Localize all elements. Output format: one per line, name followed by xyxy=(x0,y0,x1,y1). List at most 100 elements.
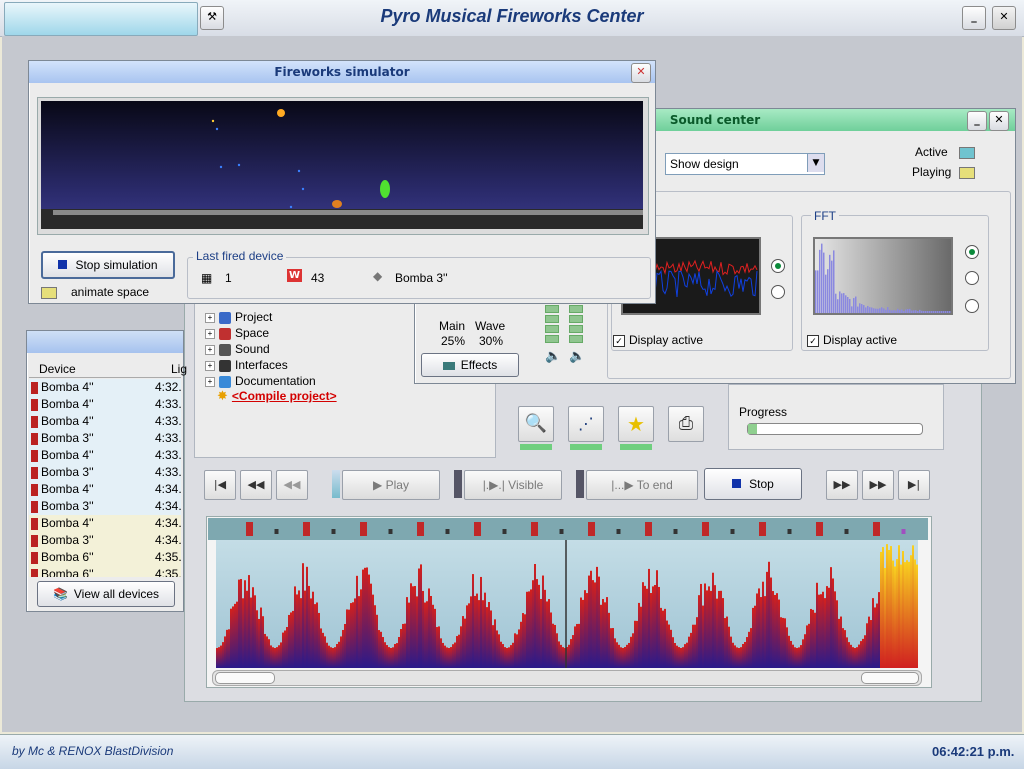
display-active-checkbox-2[interactable]: ✓ Display active xyxy=(807,333,897,347)
print-tool-button[interactable]: ⎙ xyxy=(668,406,704,442)
sound-center-minimize[interactable]: _ xyxy=(967,111,987,131)
fft-bar xyxy=(889,309,891,313)
wave-radio-2[interactable] xyxy=(771,285,785,299)
fast-forward-button[interactable]: ▶▶ xyxy=(862,470,894,500)
tree-item-sound[interactable]: + Sound xyxy=(205,341,316,357)
event-marker[interactable] xyxy=(873,522,880,536)
event-marker[interactable] xyxy=(331,529,336,534)
play-button[interactable]: ▶ Play xyxy=(342,470,440,500)
search-tool-button[interactable]: 🔍 xyxy=(518,406,554,442)
fft-radio-1[interactable] xyxy=(965,245,979,259)
sound-center-close[interactable]: ✕ xyxy=(989,111,1009,131)
waveform-bar xyxy=(600,604,602,668)
first-button[interactable]: |◀ xyxy=(204,470,236,500)
event-marker[interactable] xyxy=(474,522,481,536)
waveform-bar xyxy=(686,642,688,668)
column-light-time[interactable]: Lig xyxy=(171,362,187,376)
last-fired-channel: 1 xyxy=(225,271,232,285)
tools-icon[interactable]: ⚒ xyxy=(200,6,224,30)
waveform-bar xyxy=(676,645,678,668)
event-marker[interactable] xyxy=(559,529,564,534)
event-marker[interactable] xyxy=(673,529,678,534)
fft-bar xyxy=(947,311,949,313)
table-row[interactable]: Bomba 3'' 4:33.8 xyxy=(29,464,181,481)
compile-project-link[interactable]: <Compile project> xyxy=(232,389,337,403)
fft-radio-2[interactable] xyxy=(965,271,979,285)
event-marker[interactable] xyxy=(531,522,538,536)
table-row[interactable]: Bomba 4'' 4:34.4 xyxy=(29,515,181,532)
table-row[interactable]: Bomba 4'' 4:32.8 xyxy=(29,379,181,396)
to-end-button[interactable]: |...▶ To end xyxy=(586,470,698,500)
event-marker[interactable] xyxy=(246,522,253,536)
column-device[interactable]: Device xyxy=(39,362,76,376)
sequence-tool-button[interactable]: ⋰ xyxy=(568,406,604,442)
event-marker[interactable] xyxy=(303,522,310,536)
tree-item-project[interactable]: + Project xyxy=(205,309,316,325)
table-row[interactable]: Bomba 4'' 4:33.6 xyxy=(29,447,181,464)
expand-icon[interactable]: + xyxy=(205,312,215,323)
event-marker[interactable] xyxy=(787,529,792,534)
visible-button[interactable]: |.▶.| Visible xyxy=(464,470,562,500)
chevron-down-icon[interactable]: ▼ xyxy=(807,154,824,172)
scroll-thumb-left[interactable] xyxy=(215,672,275,684)
step-forward-button[interactable]: ▶▶ xyxy=(826,470,858,500)
event-marker[interactable] xyxy=(616,529,621,534)
expand-icon[interactable]: + xyxy=(205,344,215,355)
display-active-checkbox-1[interactable]: ✓ Display active xyxy=(613,333,703,347)
event-marker[interactable] xyxy=(901,529,906,534)
stop-simulation-button[interactable]: Stop simulation xyxy=(41,251,175,279)
tree-item-interfaces[interactable]: + Interfaces xyxy=(205,357,316,373)
simulator-close-button[interactable]: ✕ xyxy=(631,63,651,83)
expand-icon[interactable]: + xyxy=(205,328,215,339)
last-button[interactable]: ▶| xyxy=(898,470,930,500)
expand-icon[interactable]: + xyxy=(205,360,215,371)
event-marker[interactable] xyxy=(588,522,595,536)
scroll-thumb-right[interactable] xyxy=(861,672,919,684)
expand-icon[interactable]: + xyxy=(205,376,215,387)
event-marker[interactable] xyxy=(417,522,424,536)
table-row[interactable]: Bomba 3'' 4:34.6 xyxy=(29,532,181,549)
table-row[interactable]: Bomba 4'' 4:33.0 xyxy=(29,396,181,413)
event-marker[interactable] xyxy=(360,522,367,536)
tree-item-space[interactable]: + Space xyxy=(205,325,316,341)
event-marker[interactable] xyxy=(388,529,393,534)
table-row[interactable]: Bomba 6'' 4:35.0 xyxy=(29,549,181,566)
event-marker[interactable] xyxy=(759,522,766,536)
minimize-button[interactable]: _ xyxy=(962,6,986,30)
favorite-tool-button[interactable]: ★ xyxy=(618,406,654,442)
event-marker[interactable] xyxy=(702,522,709,536)
event-marker[interactable] xyxy=(502,529,507,534)
table-row[interactable]: Bomba 4'' 4:33.2 xyxy=(29,413,181,430)
event-marker[interactable] xyxy=(445,529,450,534)
speaker-left-icon[interactable]: 🔈 xyxy=(545,349,561,364)
waveform-bar xyxy=(552,623,554,668)
speaker-right-icon[interactable]: 🔈 xyxy=(569,349,585,364)
animate-space-led[interactable] xyxy=(41,287,57,299)
table-row[interactable]: Bomba 4'' 4:34.0 xyxy=(29,481,181,498)
mode-select[interactable]: Show design ▼ xyxy=(665,153,825,175)
waveform-bar xyxy=(560,644,562,668)
table-row[interactable]: Bomba 3'' 4:33.4 xyxy=(29,430,181,447)
waveform-view[interactable] xyxy=(216,540,918,668)
event-marker[interactable] xyxy=(645,522,652,536)
event-marker[interactable] xyxy=(844,529,849,534)
event-markers-track[interactable] xyxy=(208,518,928,540)
waveform-bar xyxy=(392,647,394,668)
table-row[interactable]: Bomba 3'' 4:34.2 xyxy=(29,498,181,515)
table-row[interactable]: Bomba 6'' 4:35.5 xyxy=(29,566,181,577)
effects-button[interactable]: Effects xyxy=(421,353,519,377)
event-marker[interactable] xyxy=(816,522,823,536)
rewind-button[interactable]: ◀◀ xyxy=(240,470,272,500)
event-marker[interactable] xyxy=(274,529,279,534)
timeline-scrollbar[interactable] xyxy=(212,670,922,686)
fft-radio-3[interactable] xyxy=(965,299,979,313)
view-all-devices-button[interactable]: 📚 View all devices xyxy=(37,581,175,607)
wave-radio-1[interactable] xyxy=(771,259,785,273)
tree-item-compile[interactable]: ✸ <Compile project> xyxy=(217,389,337,404)
tree-item-documentation[interactable]: + Documentation xyxy=(205,373,316,389)
step-back-button[interactable]: ◀◀ xyxy=(276,470,308,500)
close-button[interactable]: ✕ xyxy=(992,6,1016,30)
fft-bar xyxy=(929,311,931,313)
stop-button[interactable]: Stop xyxy=(704,468,802,500)
event-marker[interactable] xyxy=(730,529,735,534)
